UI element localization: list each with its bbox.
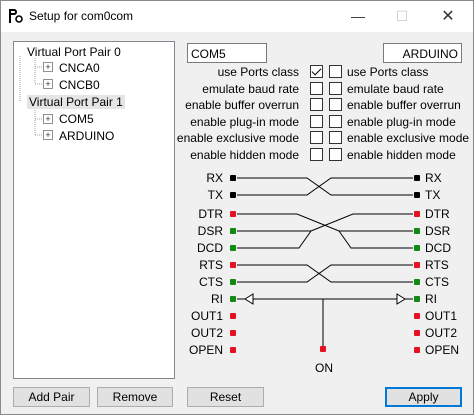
left-dcd-signal-dot [230,245,236,251]
right-rx-signal-dot [414,175,420,181]
right-out2-label: OUT2 [425,326,458,340]
left-out2-signal-dot [230,330,236,336]
right-rx-label: RX [425,171,442,185]
right-dcd-label: DCD [425,241,451,255]
right-dtr-signal-dot [414,211,420,217]
rts-cts-crossover-wire [237,264,413,283]
right-cts-signal-dot [414,279,420,285]
right-ri-label: RI [425,292,437,306]
right-out2-signal-dot [414,330,420,336]
add-pair-button[interactable]: Add Pair [13,387,90,407]
left-dcd-label: DCD [197,241,223,255]
left-dtr-signal-dot [230,211,236,217]
right-tx-label: TX [425,188,441,202]
tx-rx-crossover-wire [237,177,413,196]
left-rts-label: RTS [199,258,223,272]
right-dsr-signal-dot [414,228,420,234]
right-ri-arrow-icon [396,293,406,305]
setup-window: Setup for com0com — ☐ ✕ Virtual Port Pai… [0,0,474,415]
right-open-label: OPEN [425,343,460,357]
left-open-signal-dot [230,347,236,353]
rx-tx-crossover-wire [237,177,413,196]
left-rts-signal-dot [230,262,236,268]
signal-wiring-diagram [230,175,420,353]
right-out1-label: OUT1 [425,309,458,323]
left-tx-signal-dot [230,192,236,198]
right-ri-signal-dot [414,296,420,302]
left-dsr-signal-dot [230,228,236,234]
on-label: ON [315,361,333,375]
left-tx-label: TX [207,188,223,202]
left-dtr-label: DTR [198,207,223,221]
left-rx-label: RX [206,171,223,185]
right-cts-label: CTS [425,275,449,289]
reset-button[interactable]: Reset [187,387,264,407]
remove-button[interactable]: Remove [97,387,173,407]
right-open-signal-dot [414,347,420,353]
left-ri-label: RI [211,292,223,306]
left-dsr-label: DSR [197,224,223,238]
right-dsr-label: DSR [425,224,451,238]
left-out1-signal-dot [230,313,236,319]
left-out2-label: OUT2 [190,326,223,340]
left-ri-signal-dot [230,296,236,302]
left-open-label: OPEN [188,343,223,357]
right-dcd-signal-dot [414,245,420,251]
left-cts-label: CTS [199,275,223,289]
left-rx-signal-dot [230,175,236,181]
right-rts-signal-dot [414,262,420,268]
right-rts-label: RTS [425,258,449,272]
on-signal-dot [320,346,326,352]
cts-rts-crossover-wire [237,264,413,283]
left-cts-signal-dot [230,279,236,285]
apply-button[interactable]: Apply [385,387,462,407]
right-dtr-label: DTR [425,207,450,221]
right-out1-signal-dot [414,313,420,319]
left-ri-arrow-icon [244,293,254,305]
right-tx-signal-dot [414,192,420,198]
left-out1-label: OUT1 [190,309,223,323]
